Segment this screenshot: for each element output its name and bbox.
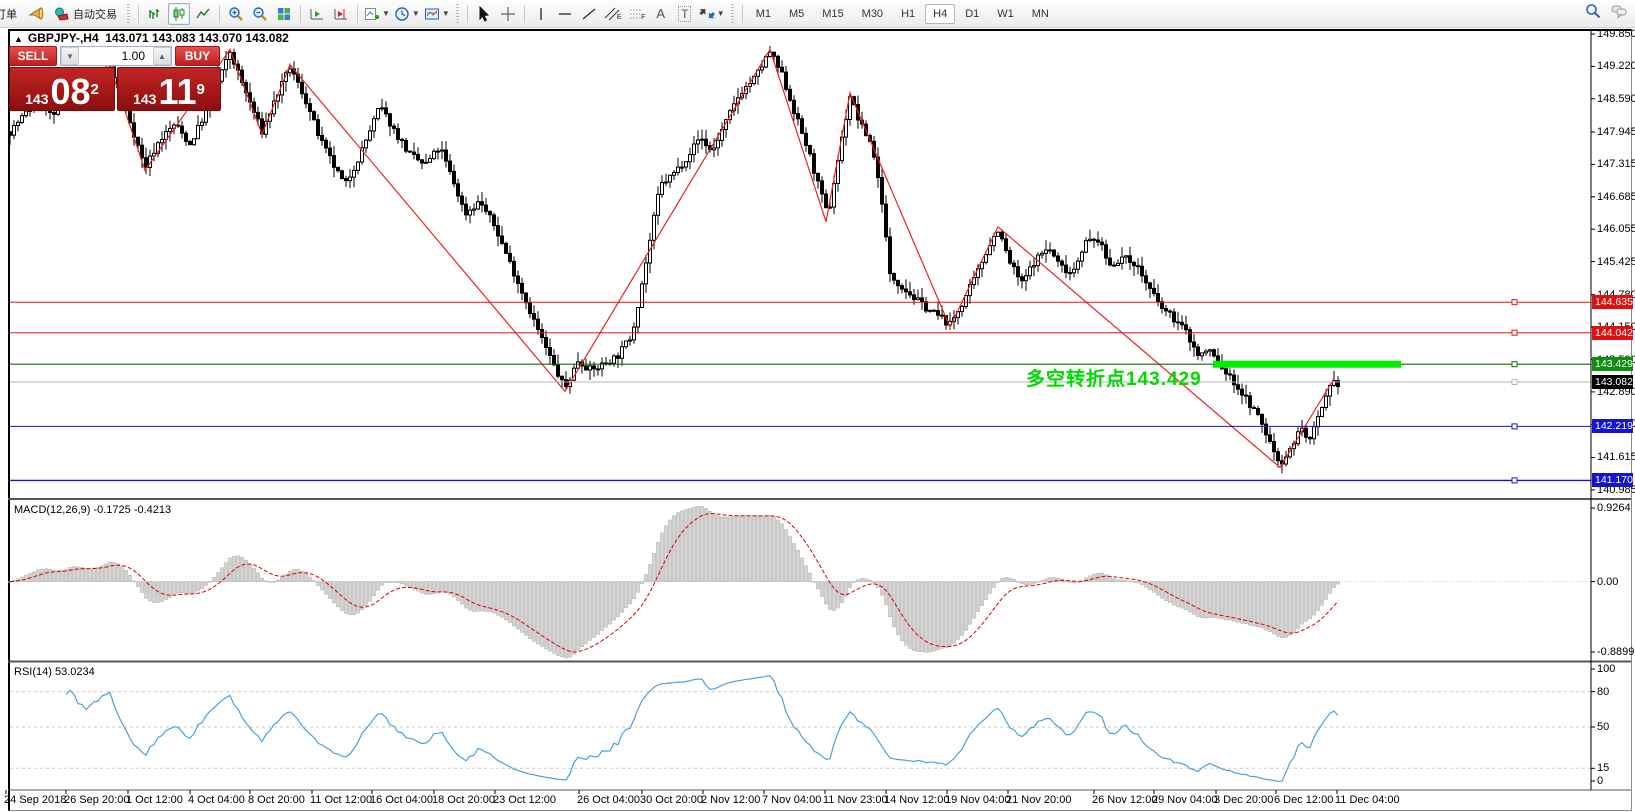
sell-price-prefix: 143 [25,91,48,107]
date-label: 11 Oct 12:00 [310,794,372,806]
collapse-triangle-icon[interactable]: ▲ [14,34,23,44]
price-badge-144.635: 144.635 [1592,295,1633,309]
price-tick-label: 149.850 [1597,28,1635,40]
price-badge-143.082: 143.082 [1592,375,1633,389]
chart-ohlc: 143.071 143.083 143.070 143.082 [105,31,289,45]
price-tick-label: 141.615 [1597,451,1635,463]
price-badge-142.219: 142.219 [1592,419,1633,433]
macd-histogram [9,506,1592,658]
macd-tick-label: -0.8899 [1597,646,1634,658]
sell-price-display[interactable]: 143 08 2 [9,67,115,111]
date-label: 11 Nov 23:00 [823,794,888,806]
price-tick-label: 146.055 [1597,223,1635,235]
date-label: 16 Oct 04:00 [370,794,433,806]
date-label: 21 Nov 20:00 [1006,794,1071,806]
rsi-label: RSI(14) 53.0234 [14,666,95,678]
price-tick-label: 149.220 [1597,60,1635,72]
date-label: 3 Dec 20:00 [1214,794,1273,806]
macd-tick-label: 0.00 [1597,576,1618,588]
lot-size-value[interactable]: 1.00 [79,47,153,65]
hline-handle[interactable] [1512,300,1517,305]
hline-handle[interactable] [1512,478,1517,483]
lot-size-stepper[interactable]: ▼ 1.00 ▲ [60,46,172,66]
horizontal-lines[interactable] [10,300,1591,483]
sell-price-big: 08 [50,77,90,107]
date-label: 29 Nov 04:00 [1152,794,1217,806]
sell-button[interactable]: SELL [9,46,57,66]
hline-handle[interactable] [1512,380,1517,385]
price-tick-label: 146.685 [1597,191,1635,203]
date-label: 6 Dec 12:00 [1274,794,1333,806]
chart-symbol: GBPJPY-,H4 [28,31,99,45]
macd-label: MACD(12,26,9) -0.1725 -0.4213 [14,504,171,516]
date-label: 7 Nov 04:00 [762,794,821,806]
date-label: 1 Oct 12:00 [126,794,183,806]
hline-handle[interactable] [1512,362,1517,367]
date-label: 30 Oct 20:00 [640,794,703,806]
price-badge-141.170: 141.170 [1592,473,1633,487]
price-tick-label: 147.315 [1597,158,1635,170]
chart-title: ▲ GBPJPY-,H4 143.071 143.083 143.070 143.… [14,31,289,45]
lot-increase-button[interactable]: ▲ [153,47,171,65]
buy-price-sup: 9 [197,73,205,107]
date-label: 18 Oct 20:00 [432,794,495,806]
date-label: 24 Sep 2018 [4,794,66,806]
buy-price-prefix: 143 [133,91,156,107]
buy-button[interactable]: BUY [175,46,220,66]
rsi-tick-label: 50 [1597,721,1609,733]
date-label: 8 Oct 20:00 [248,794,305,806]
price-tick-label: 147.945 [1597,126,1635,138]
rsi-tick-label: 15 [1597,762,1609,774]
price-badge-144.042: 144.042 [1592,326,1633,340]
hline-handle[interactable] [1512,424,1517,429]
date-label: 26 Oct 04:00 [577,794,640,806]
hline-handle[interactable] [1512,330,1517,335]
price-badge-143.429: 143.429 [1592,357,1633,371]
date-label: 14 Nov 12:00 [884,794,949,806]
rsi-tick-label: 80 [1597,686,1609,698]
zigzag-line[interactable] [10,49,1334,467]
sell-price-sup: 2 [91,73,99,107]
rsi-panel [10,676,1591,781]
date-label: 19 Nov 04:00 [945,794,1010,806]
date-label: 4 Oct 04:00 [188,794,245,806]
price-tick-label: 148.590 [1597,93,1635,105]
lot-decrease-button[interactable]: ▼ [61,47,79,65]
date-label: 23 Oct 12:00 [493,794,556,806]
date-label: 2 Nov 12:00 [701,794,760,806]
rsi-tick-label: 0 [1597,775,1603,787]
one-click-trade-panel: SELL ▼ 1.00 ▲ BUY 143 08 2 143 11 9 [9,46,221,111]
date-label: 11 Dec 04:00 [1335,794,1400,806]
buy-price-display[interactable]: 143 11 9 [117,67,221,111]
pivot-annotation[interactable]: 多空转折点143.429 [1026,364,1202,391]
buy-price-big: 11 [158,77,196,107]
date-label: 26 Nov 12:00 [1092,794,1157,806]
macd-tick-label: 0.9264 [1597,502,1631,514]
price-tick-label: 145.425 [1597,256,1635,268]
chart-plot-area[interactable] [0,0,1635,812]
date-label: 26 Sep 20:00 [64,794,129,806]
rsi-tick-label: 100 [1597,663,1615,675]
